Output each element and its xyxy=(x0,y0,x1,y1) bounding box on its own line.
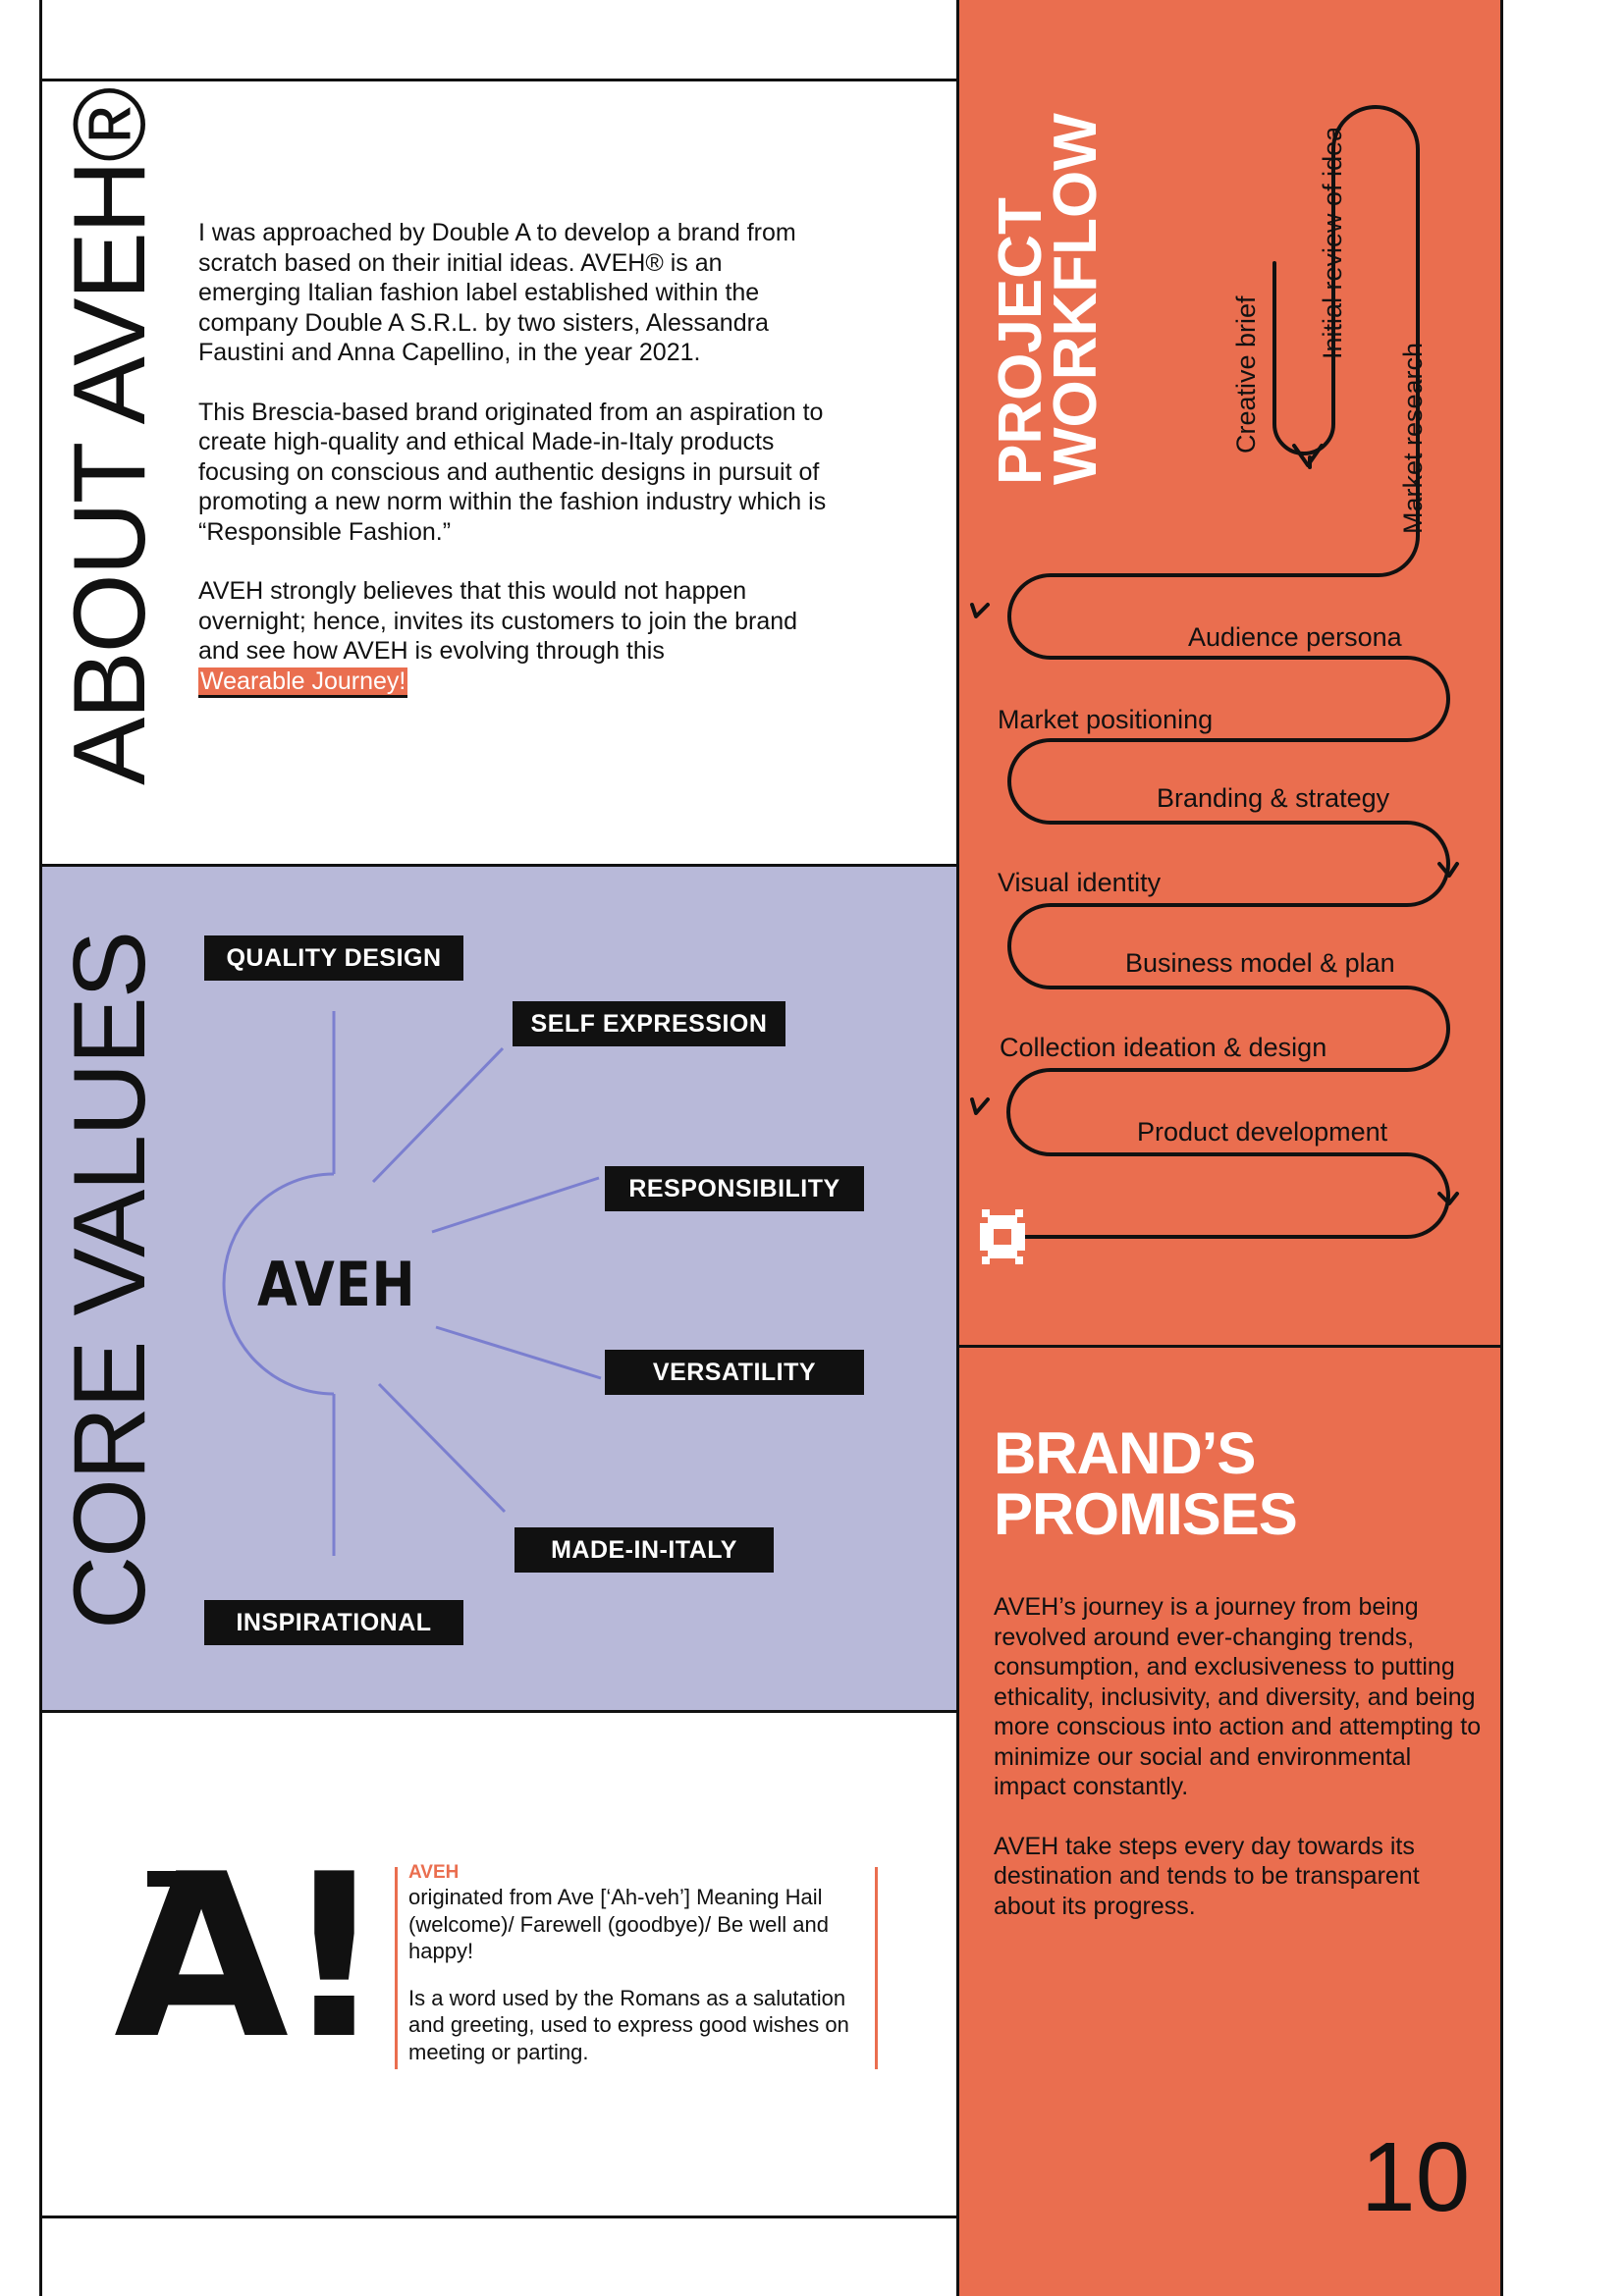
promises-paragraph-2: AVEH take steps every day towards its de… xyxy=(994,1832,1420,1920)
step-audience-persona: Audience persona xyxy=(1188,622,1402,652)
promises-text: AVEH’s journey is a journey from being r… xyxy=(994,1592,1485,1950)
connector-responsibility xyxy=(431,1176,600,1234)
value-responsibility: RESPONSIBILITY xyxy=(605,1166,864,1211)
workflow-track xyxy=(1006,105,1450,1239)
step-market-research: Market research xyxy=(1398,342,1428,534)
promises-paragraph-1: AVEH’s journey is a journey from being r… xyxy=(994,1593,1482,1800)
connector-self-expression xyxy=(371,1046,505,1184)
step-market-positioning: Market positioning xyxy=(998,705,1214,734)
core-values-diagram xyxy=(222,1011,602,1556)
step-branding-strategy: Branding & strategy xyxy=(1157,783,1390,813)
logo-accent-bar xyxy=(147,1871,202,1887)
workflow-end-marker xyxy=(980,1209,1025,1264)
etymology-word: AVEH xyxy=(408,1862,460,1883)
step-creative-brief: Creative brief xyxy=(1231,295,1261,454)
connector-versatility xyxy=(435,1325,602,1380)
promises-title-line1: BRAND’S xyxy=(994,1420,1256,1486)
promises-title-line2: PROMISES xyxy=(994,1481,1298,1547)
connector-made-in-italy xyxy=(377,1382,507,1514)
etymology-line-2: Is a word used by the Romans as a saluta… xyxy=(408,1985,849,2064)
value-made-in-italy: MADE-IN-ITALY xyxy=(514,1527,774,1573)
arrow-mark-2 xyxy=(970,603,990,618)
workflow-bottom-rule xyxy=(956,1345,1503,1348)
value-self-expression: SELF EXPRESSION xyxy=(513,1001,785,1046)
bottom-rule xyxy=(39,2216,959,2218)
step-collection-ideation: Collection ideation & design xyxy=(1000,1033,1327,1062)
step-visual-identity: Visual identity xyxy=(998,868,1162,897)
page-number: 10 xyxy=(1361,2122,1471,2232)
value-versatility: VERSATILITY xyxy=(605,1350,864,1395)
promises-title: BRAND’S PROMISES xyxy=(994,1420,1298,1547)
value-inspirational: INSPIRATIONAL xyxy=(204,1600,463,1645)
value-quality-design: QUALITY DESIGN xyxy=(204,935,463,981)
step-product-development: Product development xyxy=(1137,1117,1388,1147)
arrow-head-brief xyxy=(1292,444,1324,467)
etymology-line-1: originated from Ave [‘Ah-veh’] Meaning H… xyxy=(408,1885,829,1963)
arrow-mark-4 xyxy=(970,1097,990,1115)
core-bottom-rule xyxy=(39,1710,959,1713)
step-business-model: Business model & plan xyxy=(1125,948,1395,978)
step-initial-review: Initial review of idea xyxy=(1318,126,1347,359)
etymology-text: AVEH originated from Ave [‘Ah-veh’] Mean… xyxy=(408,1862,860,2085)
aveh-logo: AVEH xyxy=(257,1249,416,1320)
